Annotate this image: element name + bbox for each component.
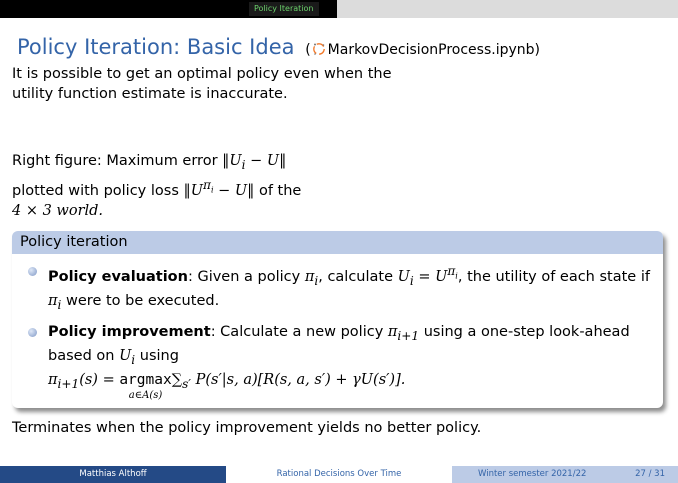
max-error-expression: ‖Ui − U‖ [222,153,287,172]
footer-semester: Winter semester 2021/22 [478,469,587,479]
intro-paragraph: It is possible to get an optimal policy … [12,66,392,102]
policy-iteration-block: Policy iteration Policy evaluation: Give… [12,231,663,408]
block-title: Policy iteration [12,231,663,254]
policy-update-formula: πi+1(s) = argmax a∈A(s) ∑s′ P(s′|s, a)[R(s… [48,371,406,401]
termination-note: Terminates when the policy improvement y… [12,420,482,436]
list-item-policy-improvement: Policy improvement: Calculate a new poli… [22,322,654,402]
section-indicator[interactable]: Policy Iteration [249,2,319,16]
notebook-filename: MarkovDecisionProcess.ipynb) [327,42,540,58]
slide-title-text: Policy Iteration: Basic Idea [17,35,295,59]
bullet-icon [28,267,37,276]
policy-loss-expression: ‖Uπi − U‖ [183,177,255,199]
slide-title: Policy Iteration: Basic Idea ( MarkovDeci… [17,35,540,59]
item-heading: Policy improvement [48,324,211,340]
footer-info: Winter semester 2021/22 27 / 31 [452,466,678,483]
top-navigation-bar: Policy Iteration [0,0,678,18]
grid-world-size: 4 × 3 world. [12,202,104,219]
page-number: 27 / 31 [635,469,665,479]
jupyter-notebook-icon [312,42,326,56]
notebook-reference[interactable]: ( MarkovDecisionProcess.ipynb) [305,42,540,58]
list-item-policy-evaluation: Policy evaluation: Given a policy πi, ca… [22,261,654,315]
figure-desc-mid: plotted with policy loss [12,182,179,199]
reference-open-paren: ( [305,42,311,58]
figure-description: Right figure: Maximum error ‖Ui − U‖ plo… [12,151,372,221]
figure-desc-prefix: Right figure: Maximum error [12,153,218,169]
footer-course: Rational Decisions Over Time [226,466,452,483]
footer-author: Matthias Althoff [0,466,226,483]
top-bar-right-area [337,0,678,18]
bullet-icon [28,328,37,337]
footer-bar: Matthias Althoff Rational Decisions Over… [0,466,678,483]
item-heading: Policy evaluation [48,268,188,285]
figure-desc-tail: of the [258,182,302,199]
